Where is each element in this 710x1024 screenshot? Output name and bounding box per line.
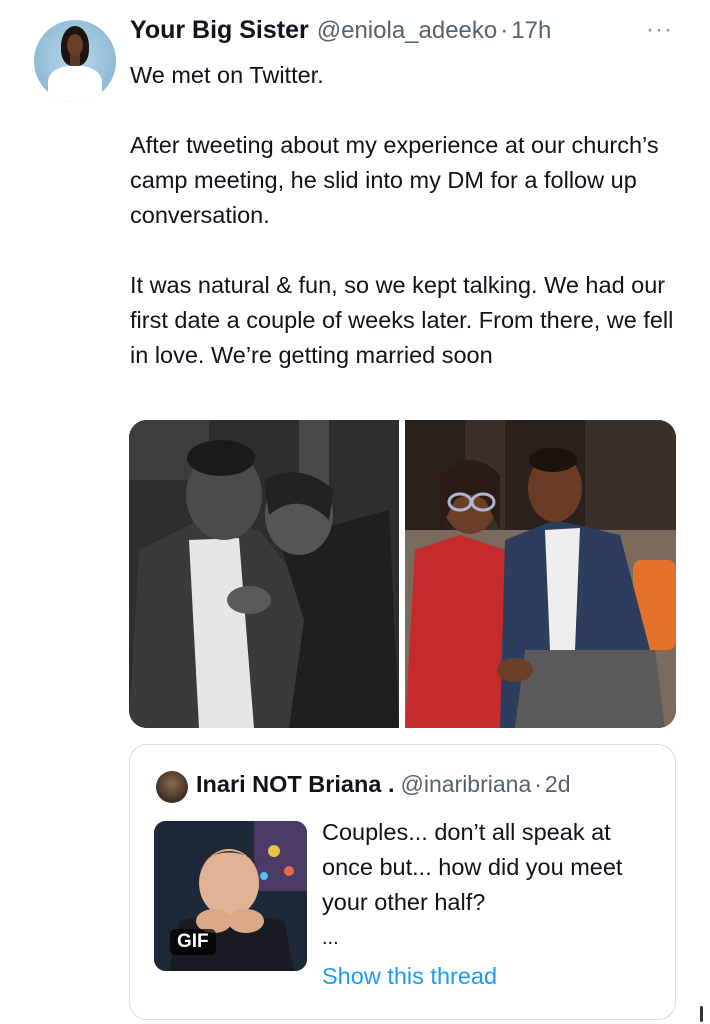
tweet-paragraph: We met on Twitter. [130, 62, 324, 88]
tweet-header: Your Big Sister @eniola_adeeko · 17h [130, 16, 551, 52]
quoted-author-handle[interactable]: @inaribriana [401, 771, 532, 798]
quoted-author-name[interactable]: Inari NOT Briana . [196, 771, 395, 798]
quoted-tweet[interactable]: Inari NOT Briana . @inaribriana · 2d GIF… [129, 744, 676, 1020]
author-avatar[interactable] [34, 20, 116, 102]
scrollbar-thumb[interactable] [700, 1006, 703, 1022]
couple-photo-bw-illustration [129, 420, 399, 728]
author-handle[interactable]: @eniola_adeeko [317, 17, 498, 45]
couple-photo-color[interactable] [405, 420, 676, 728]
separator-dot: · [500, 17, 509, 44]
tweet-paragraph: After tweeting about my experience at ou… [130, 132, 659, 228]
separator-dot: · [534, 771, 542, 797]
show-thread-link[interactable]: Show this thread [322, 963, 497, 990]
avatar-top [48, 66, 102, 102]
tweet-paragraph: It was natural & fun, so we kept talking… [130, 272, 674, 368]
author-name[interactable]: Your Big Sister [130, 16, 309, 45]
more-options-icon[interactable]: ··· [646, 18, 673, 42]
gif-badge: GIF [170, 929, 216, 955]
quoted-gif[interactable]: GIF [154, 821, 307, 971]
quoted-tweet-header: Inari NOT Briana . @inaribriana · 2d [196, 771, 571, 798]
couple-photo-color-illustration [405, 420, 676, 728]
avatar-face [67, 34, 83, 56]
tweet-timestamp[interactable]: 17h [511, 17, 551, 45]
quoted-tweet-text: Couples... don’t all speak at once but..… [322, 819, 623, 915]
quoted-tweet-timestamp[interactable]: 2d [545, 771, 571, 798]
tweet-card[interactable]: Your Big Sister @eniola_adeeko · 17h ···… [0, 0, 710, 1024]
tweet-text: We met on Twitter. After tweeting about … [130, 58, 690, 373]
quoted-author-avatar[interactable] [156, 771, 188, 803]
quoted-text-ellipsis: ... [322, 927, 339, 949]
couple-photo-bw[interactable] [129, 420, 399, 728]
tweet-media[interactable] [129, 420, 676, 728]
